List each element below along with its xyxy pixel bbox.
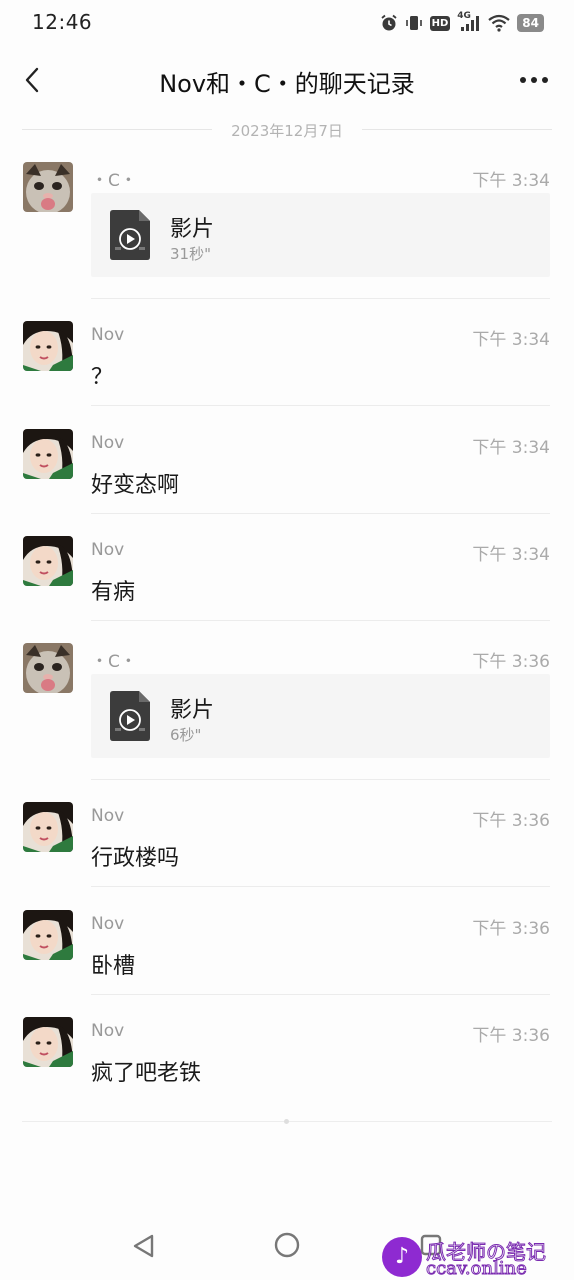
date-label: 2023年12月7日 <box>231 122 343 140</box>
watermark-url: ccav.online <box>426 1258 528 1280</box>
vibrate-icon <box>405 16 422 30</box>
message-item: Nov 下午 3:36 疯了吧老铁 <box>0 1017 574 1101</box>
wifi-icon <box>488 14 510 32</box>
header-bar: Nov和・C・的聊天记录 <box>0 50 574 110</box>
message-divider <box>91 886 550 887</box>
message-text: 好变态啊 <box>91 473 180 498</box>
avatar-nov[interactable] <box>23 802 73 852</box>
avatar-nov[interactable] <box>23 910 73 960</box>
nav-home-icon[interactable] <box>274 1232 300 1258</box>
message-text: 卧槽 <box>91 954 136 979</box>
sender-name: ・C・ <box>91 171 137 191</box>
message-time: 下午 3:34 <box>472 171 550 191</box>
message-text: 疯了吧老铁 <box>91 1061 202 1086</box>
sender-name: Nov <box>91 806 125 826</box>
message-text: 行政楼吗 <box>91 846 180 871</box>
date-divider: 2023年12月7日 <box>22 118 552 140</box>
message-time: 下午 3:36 <box>472 1026 550 1046</box>
battery-icon: 84 <box>517 14 544 32</box>
message-text: ？ <box>91 365 114 390</box>
watermark: ♪ 瓜老师の笔记 ccav.online <box>380 1236 574 1280</box>
message-item: Nov 下午 3:34 ？ <box>0 321 574 406</box>
message-time: 下午 3:34 <box>472 545 550 565</box>
chat-history-page: 12:46 HD 4G 84 Nov和・C・的聊天记录 2023年12月7日 ・… <box>0 0 574 1280</box>
avatar-nov[interactable] <box>23 1017 73 1067</box>
nav-back-icon[interactable] <box>130 1232 158 1260</box>
message-text: 有病 <box>91 580 136 605</box>
list-end-dot <box>284 1119 289 1124</box>
message-divider <box>91 994 550 995</box>
message-item: Nov 下午 3:36 卧槽 <box>0 910 574 995</box>
more-dots-icon <box>520 77 548 83</box>
message-item: Nov 下午 3:36 行政楼吗 <box>0 802 574 887</box>
avatar-nov[interactable] <box>23 321 73 371</box>
message-divider <box>91 298 550 299</box>
page-title: Nov和・C・的聊天记录 <box>159 70 415 98</box>
message-divider <box>91 779 550 780</box>
hd-icon: HD <box>429 15 451 31</box>
message-time: 下午 3:36 <box>472 919 550 939</box>
message-item: Nov 下午 3:34 有病 <box>0 536 574 621</box>
sender-name: Nov <box>91 1021 125 1041</box>
message-item: Nov 下午 3:34 好变态啊 <box>0 429 574 514</box>
message-divider <box>91 513 550 514</box>
video-title: 影片 <box>170 698 215 723</box>
video-file-icon <box>110 210 150 260</box>
message-time: 下午 3:36 <box>472 811 550 831</box>
sender-name: Nov <box>91 433 125 453</box>
status-time: 12:46 <box>32 10 93 34</box>
more-options-button[interactable] <box>516 64 552 96</box>
status-icons: HD 4G 84 <box>380 11 544 34</box>
sender-name: ・C・ <box>91 652 137 672</box>
watermark-logo-icon: ♪ <box>382 1237 422 1277</box>
video-duration: 31秒" <box>170 245 211 263</box>
signal-icon: 4G <box>457 11 481 32</box>
message-time: 下午 3:34 <box>472 330 550 350</box>
avatar-cat[interactable] <box>23 643 73 693</box>
video-title: 影片 <box>170 217 215 242</box>
alarm-icon <box>381 14 397 31</box>
sender-name: Nov <box>91 325 125 345</box>
status-bar: 12:46 HD 4G 84 <box>0 0 574 44</box>
message-divider <box>91 405 550 406</box>
video-duration: 6秒" <box>170 726 202 744</box>
message-divider <box>91 620 550 621</box>
message-item: ・C・ 下午 3:34 影片 31秒" <box>0 162 574 299</box>
video-file-icon <box>110 691 150 741</box>
message-item: ・C・ 下午 3:36 影片 6秒" <box>0 643 574 780</box>
avatar-nov[interactable] <box>23 536 73 586</box>
sender-name: Nov <box>91 914 125 934</box>
video-message-card[interactable]: 影片 6秒" <box>91 674 550 758</box>
avatar-cat[interactable] <box>23 162 73 212</box>
avatar-nov[interactable] <box>23 429 73 479</box>
video-message-card[interactable]: 影片 31秒" <box>91 193 550 277</box>
divider-line <box>362 129 552 130</box>
sender-name: Nov <box>91 540 125 560</box>
message-time: 下午 3:34 <box>472 438 550 458</box>
message-time: 下午 3:36 <box>472 652 550 672</box>
